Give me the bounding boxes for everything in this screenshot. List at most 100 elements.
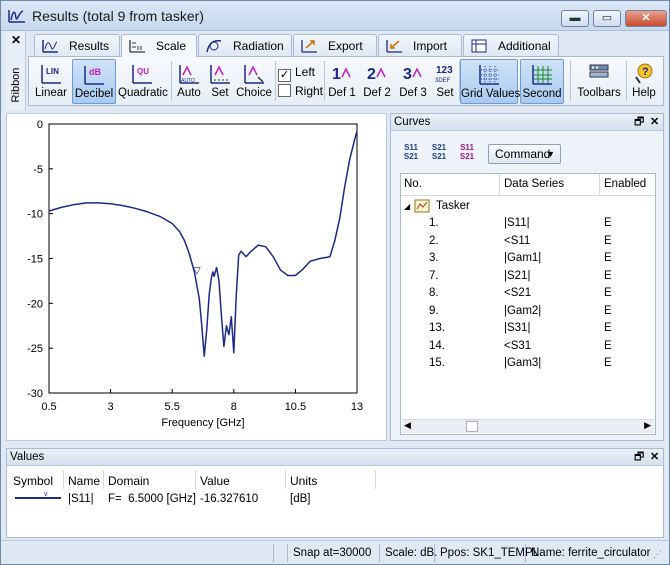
- def2-button[interactable]: 2 Def 2: [360, 59, 394, 104]
- curve-row[interactable]: 1. |S11| E: [401, 215, 655, 232]
- curves-title: Curves: [394, 116, 431, 128]
- y-tick-label: -5: [33, 164, 43, 176]
- toggle-icon-top: S11: [460, 143, 474, 152]
- def1-button-label: Def 1: [328, 87, 356, 99]
- ribbon-close-button[interactable]: ✕: [11, 33, 21, 47]
- toggle-s11-s21-button[interactable]: S11 S21: [456, 143, 478, 163]
- tab-scale[interactable]: Scale: [121, 34, 197, 57]
- expand-arrow-icon[interactable]: ◢: [404, 202, 410, 211]
- title-bar: Results (total 9 from tasker) ▬ ▭ ✕: [1, 1, 669, 31]
- tab-scale-label: Scale: [156, 39, 187, 53]
- radiation-icon: [206, 40, 222, 53]
- curve-row-series: <S21: [504, 287, 532, 299]
- curve-row[interactable]: 14. <S31 E: [401, 338, 655, 355]
- curve-row-no: 15.: [429, 357, 445, 369]
- decibel-button[interactable]: dB Decibel: [72, 59, 116, 104]
- curve-row[interactable]: 9. |Gam2| E: [401, 303, 655, 320]
- curve-row-series: |S21|: [504, 269, 531, 282]
- close-pane-icon[interactable]: ✕: [650, 114, 659, 130]
- def3-button[interactable]: 3 Def 3: [396, 59, 430, 104]
- scroll-right-icon[interactable]: ▶: [644, 420, 651, 431]
- horizontal-scrollbar[interactable]: ◀ ▶: [402, 419, 654, 433]
- second-grid-button[interactable]: Second: [520, 59, 564, 104]
- col-symbol-header[interactable]: Symbol: [13, 474, 53, 488]
- float-pane-icon[interactable]: 🗗: [634, 114, 644, 130]
- curve-row[interactable]: 3. |Gam1| E: [401, 250, 655, 267]
- linear-button[interactable]: LIN Linear: [32, 59, 70, 104]
- curve-row[interactable]: 7. |S21| E: [401, 268, 655, 285]
- svg-text:1: 1: [332, 66, 341, 83]
- series-line-0: [48, 130, 358, 357]
- quadratic-button[interactable]: QU Quadratic: [118, 59, 168, 104]
- x-axis-label: Frequency [GHz]: [161, 417, 244, 429]
- toolbars-button[interactable]: Toolbars: [575, 59, 623, 104]
- set-def-button[interactable]: 123 3DEF Set: [432, 59, 458, 104]
- status-snap: Snap at=30000: [287, 544, 371, 562]
- y-tick-label: -10: [27, 209, 43, 221]
- s-parameter-chart[interactable]: 0.5 3 5.5 8 10.5 13 0 -5 -10 -15 -20 -25 -30 Frequenc…: [7, 114, 388, 442]
- scroll-left-icon[interactable]: ◀: [404, 420, 411, 431]
- command-dropdown[interactable]: Command ▼: [488, 144, 561, 164]
- curve-row-enabled: E: [604, 287, 612, 299]
- toggle-icon-bottom: S21: [459, 152, 475, 161]
- curve-row-enabled: E: [604, 357, 612, 369]
- auto-button[interactable]: AUTO Auto: [174, 59, 204, 104]
- tab-additional[interactable]: Additional: [463, 34, 559, 56]
- decibel-scale-icon: dB: [84, 66, 104, 85]
- curve-row[interactable]: 13. |S31| E: [401, 320, 655, 337]
- additional-icon: [471, 39, 487, 53]
- help-button[interactable]: ? Help: [629, 59, 659, 104]
- float-values-icon[interactable]: 🗗: [634, 449, 644, 465]
- curve-row[interactable]: 8. <S21 E: [401, 285, 655, 302]
- x-tick-label: 10.5: [285, 401, 306, 413]
- curve-row[interactable]: 15. |Gam3| E: [401, 355, 655, 372]
- tab-export[interactable]: Export: [293, 34, 377, 56]
- tab-export-label: Export: [328, 39, 363, 53]
- select-s21-button[interactable]: S21 S21: [428, 143, 450, 163]
- series-symbol-line: v: [15, 491, 61, 499]
- scroll-thumb[interactable]: [466, 421, 478, 432]
- results-icon: [42, 40, 58, 53]
- col-no-header[interactable]: No.: [404, 178, 422, 190]
- close-values-icon[interactable]: ✕: [650, 449, 659, 465]
- right-checkbox-box[interactable]: [278, 84, 291, 97]
- col-domain-header[interactable]: Domain: [108, 474, 149, 488]
- col-units-header[interactable]: Units: [290, 474, 317, 488]
- col-series-header[interactable]: Data Series: [504, 178, 564, 190]
- close-button[interactable]: ✕: [625, 10, 667, 27]
- grid-values-button[interactable]: Grid Values: [460, 59, 520, 104]
- left-axis-checkbox[interactable]: ✓ Left: [278, 65, 315, 82]
- results-window: Results (total 9 from tasker) ▬ ▭ ✕ ✕ Ri…: [0, 0, 670, 565]
- curve-row-no: 1.: [429, 217, 439, 229]
- select-icon-top: S21: [431, 143, 447, 152]
- set-scale-button-label: Set: [211, 87, 229, 99]
- col-value-header[interactable]: Value: [200, 474, 230, 488]
- curve-row[interactable]: 2. <S11 E: [401, 233, 655, 250]
- minimize-button[interactable]: ▬: [561, 10, 589, 27]
- ribbon-separator: [275, 61, 276, 101]
- tab-results[interactable]: Results: [34, 34, 120, 56]
- sort-icon-bottom: S21: [403, 152, 419, 161]
- set-scale-button[interactable]: Set: [206, 59, 234, 104]
- tab-radiation[interactable]: Radiation: [198, 34, 292, 56]
- svg-text:?: ?: [642, 66, 649, 78]
- x-tick-label: 3: [108, 401, 114, 413]
- col-name-header[interactable]: Name: [68, 474, 100, 488]
- sort-s11-s21-button[interactable]: S11 S21: [400, 143, 422, 163]
- right-axis-checkbox[interactable]: Right: [278, 84, 323, 98]
- curve-row-no: 2.: [429, 234, 439, 247]
- maximize-button[interactable]: ▭: [593, 10, 621, 27]
- choice-button[interactable]: Choice: [236, 59, 272, 104]
- left-checkbox-box[interactable]: ✓: [278, 69, 291, 82]
- value-marker: ▽: [193, 265, 201, 276]
- resize-grip-icon[interactable]: ⋰: [653, 549, 662, 560]
- ribbon-separator: [171, 61, 172, 101]
- choice-button-label: Choice: [236, 87, 272, 99]
- def1-button[interactable]: 1 Def 1: [326, 59, 358, 104]
- tab-import[interactable]: Import: [378, 34, 462, 56]
- tree-group-tasker[interactable]: ◢ Tasker: [401, 198, 655, 215]
- col-enabled-header[interactable]: Enabled: [604, 178, 646, 190]
- value-row-name: |S11|: [68, 493, 94, 505]
- def2-button-label: Def 2: [363, 87, 391, 99]
- value-row-units: [dB]: [290, 493, 311, 505]
